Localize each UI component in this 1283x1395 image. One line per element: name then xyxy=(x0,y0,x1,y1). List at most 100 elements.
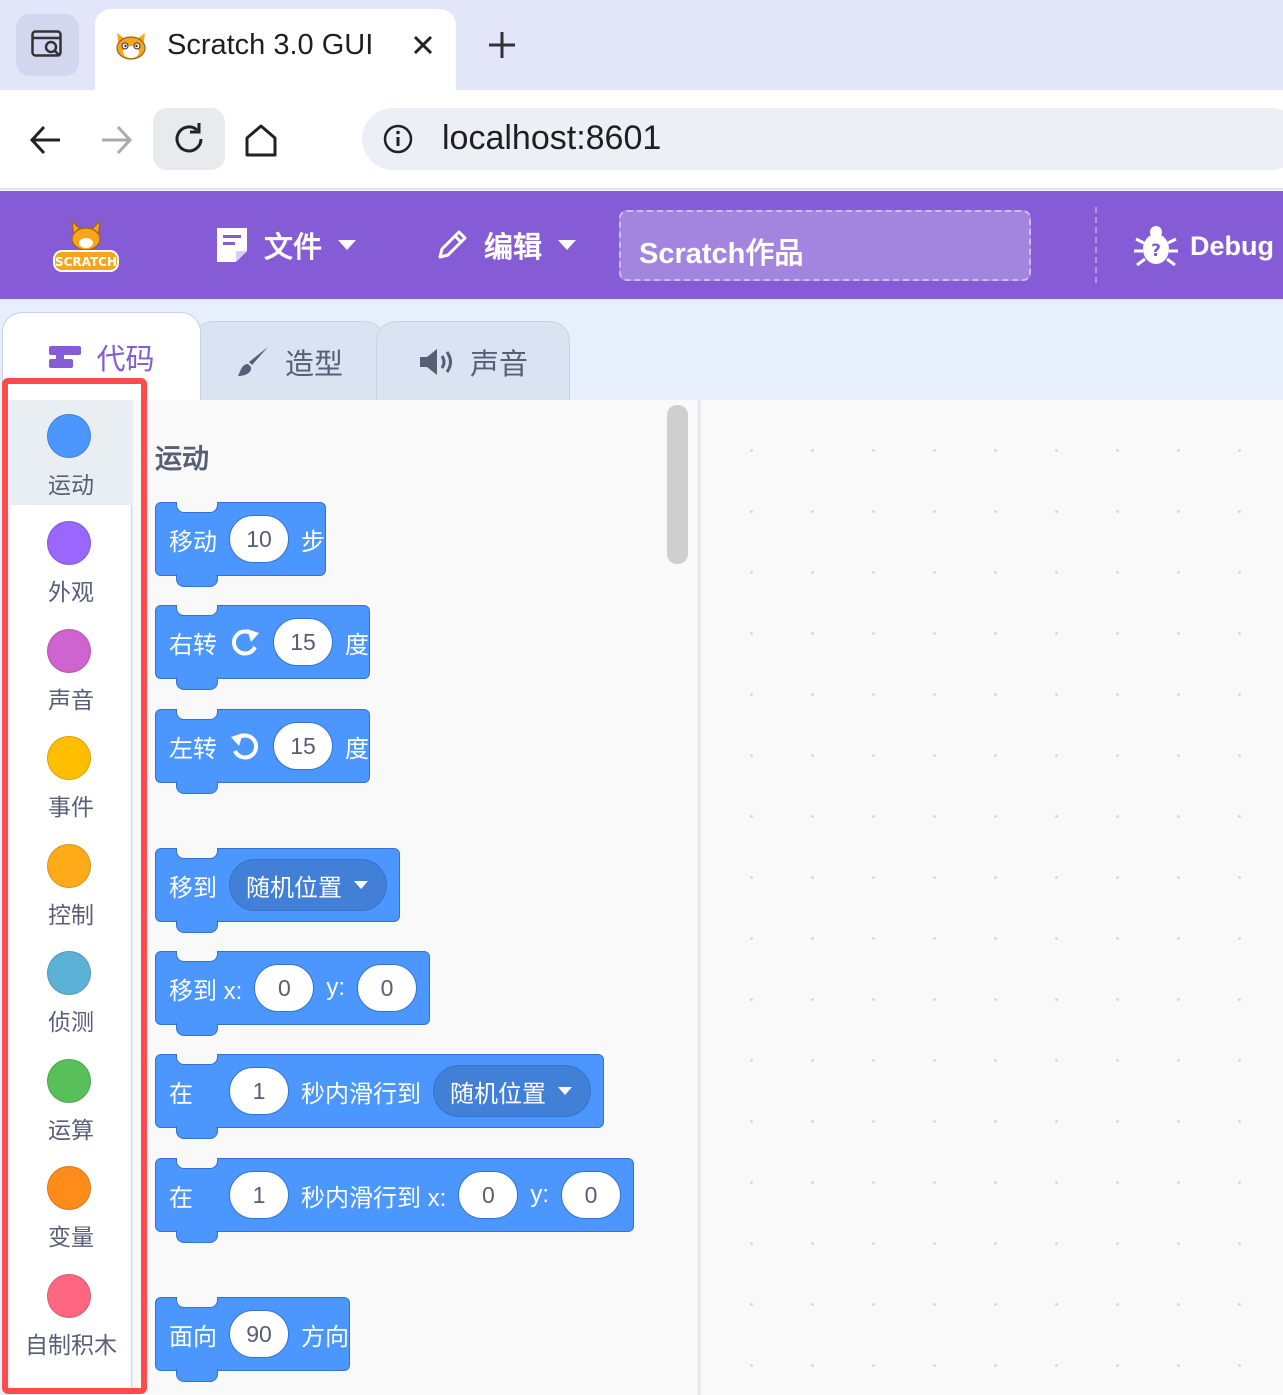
block-goto-label: 移到 xyxy=(169,874,217,902)
reload-button[interactable] xyxy=(153,108,225,170)
code-workspace[interactable] xyxy=(701,400,1283,1395)
block-goto-xy[interactable]: 移到 x: 0 y: 0 xyxy=(155,950,431,1036)
file-icon xyxy=(217,228,247,262)
block-point-suffix: 方向 xyxy=(301,1323,349,1351)
block-glide-y-label: y: xyxy=(530,1181,550,1208)
goto-target-value: 随机位置 xyxy=(246,874,342,902)
edit-caret-icon xyxy=(558,240,577,250)
forward-arrow-icon xyxy=(102,125,133,155)
home-icon xyxy=(245,124,277,157)
category-operators-dot xyxy=(47,1059,91,1103)
block-glide-xy[interactable]: 在 1 秒内滑行到 x: 0 y: 0 xyxy=(155,1157,635,1243)
home-button[interactable] xyxy=(233,112,289,168)
file-menu-label: 文件 xyxy=(264,232,323,264)
block-glide-target[interactable]: 在 1 秒内滑行到 随机位置 xyxy=(155,1053,604,1139)
debug-button[interactable]: ? Debug xyxy=(1132,223,1274,269)
block-goto-y-label: y: xyxy=(326,974,346,1001)
address-url: localhost:8601 xyxy=(442,119,662,157)
speaker-icon xyxy=(419,348,452,375)
category-my-blocks[interactable]: 自制积木 xyxy=(10,1258,132,1365)
block-move-steps[interactable]: 移动 10 步 xyxy=(155,501,326,587)
glide-target-value: 随机位置 xyxy=(450,1080,546,1108)
block-glide-xy-label: 在 xyxy=(169,1184,193,1212)
category-variables[interactable]: 变量 xyxy=(10,1150,132,1257)
category-motion-dot xyxy=(47,414,91,458)
block-turn-left[interactable]: 左转 15 度 xyxy=(155,708,370,794)
turn-right-degrees-input[interactable]: 15 xyxy=(273,618,333,666)
address-bar[interactable]: localhost:8601 xyxy=(362,108,1283,170)
browser-toolbar: localhost:8601 xyxy=(0,90,1283,190)
category-events-label: 事件 xyxy=(48,794,94,820)
svg-text:?: ? xyxy=(1151,241,1161,261)
category-motion[interactable]: 运动 xyxy=(10,398,132,505)
category-control[interactable]: 控制 xyxy=(10,828,132,935)
project-title-input[interactable]: Scratch作品 xyxy=(619,210,1031,281)
block-turn-left-suffix: 度 xyxy=(345,735,369,763)
tab-costumes-label: 造型 xyxy=(284,348,343,381)
turn-left-degrees-input[interactable]: 15 xyxy=(273,722,333,770)
back-button[interactable] xyxy=(18,112,74,168)
category-looks-dot xyxy=(47,521,91,565)
glide-xy-secs-input[interactable]: 1 xyxy=(229,1171,289,1219)
glide-x-input[interactable]: 0 xyxy=(458,1171,519,1219)
block-move-label: 移动 xyxy=(169,528,217,556)
goto-y-input[interactable]: 0 xyxy=(357,964,418,1012)
forward-button[interactable] xyxy=(88,112,144,168)
tab-search-button[interactable] xyxy=(16,14,79,76)
category-looks[interactable]: 外观 xyxy=(10,505,132,612)
tab-sounds-label: 声音 xyxy=(469,348,528,381)
flyout-scrollbar[interactable] xyxy=(667,405,688,564)
flyout-section-title: 运动 xyxy=(155,444,209,474)
category-operators-label: 运算 xyxy=(48,1117,94,1143)
block-point-direction[interactable]: 面向 90 方向 xyxy=(155,1296,350,1382)
category-events[interactable]: 事件 xyxy=(10,720,132,827)
glide-y-input[interactable]: 0 xyxy=(561,1171,622,1219)
category-operators[interactable]: 运算 xyxy=(10,1043,132,1150)
debug-bug-icon: ? xyxy=(1134,226,1178,267)
browser-tab-strip: Scratch 3.0 GUI xyxy=(0,0,1283,90)
scratch-menu-bar: SCRATCH 文件 编辑 Scratch作品 ? Debug xyxy=(0,191,1283,299)
category-variables-dot xyxy=(47,1166,91,1210)
block-move-suffix: 步 xyxy=(301,528,325,556)
block-goto-target[interactable]: 移到 随机位置 xyxy=(155,847,400,933)
category-my-blocks-dot xyxy=(47,1274,91,1318)
browser-tab-title: Scratch 3.0 GUI xyxy=(167,29,374,61)
glide-secs-input[interactable]: 1 xyxy=(229,1067,289,1115)
category-my-blocks-label: 自制积木 xyxy=(25,1332,117,1358)
edit-menu[interactable]: 编辑 xyxy=(434,221,577,269)
browser-tab-active[interactable]: Scratch 3.0 GUI xyxy=(95,9,456,90)
glide-target-dropdown[interactable]: 随机位置 xyxy=(433,1065,591,1117)
site-info-icon[interactable] xyxy=(382,123,414,155)
scratch-cat-favicon-icon xyxy=(116,33,146,60)
block-glide-xy-mid: 秒内滑行到 x: xyxy=(301,1184,447,1212)
paintbrush-icon xyxy=(237,346,268,376)
dropdown-caret-icon xyxy=(558,1087,572,1095)
category-control-dot xyxy=(47,844,91,888)
goto-target-dropdown[interactable]: 随机位置 xyxy=(229,859,387,911)
block-point-label: 面向 xyxy=(169,1323,217,1351)
rotate-left-icon xyxy=(229,731,261,761)
file-caret-icon xyxy=(338,240,357,250)
new-tab-icon[interactable] xyxy=(484,27,520,63)
goto-x-input[interactable]: 0 xyxy=(254,964,315,1012)
tab-sounds[interactable]: 声音 xyxy=(376,321,570,401)
tab-costumes[interactable]: 造型 xyxy=(193,321,385,401)
category-sensing-label: 侦测 xyxy=(48,1009,94,1035)
block-turn-right-suffix: 度 xyxy=(345,631,369,659)
category-sensing[interactable]: 侦测 xyxy=(10,935,132,1042)
scratch-logo[interactable]: SCRATCH xyxy=(50,215,122,275)
menu-divider xyxy=(1095,207,1097,283)
category-sound[interactable]: 声音 xyxy=(10,613,132,720)
tab-code[interactable]: 代码 xyxy=(2,312,201,400)
pencil-icon xyxy=(438,230,467,259)
dropdown-caret-icon xyxy=(354,881,368,889)
point-direction-input[interactable]: 90 xyxy=(229,1310,289,1358)
close-tab-icon[interactable] xyxy=(407,29,439,61)
category-sound-dot xyxy=(47,629,91,673)
block-glide-mid: 秒内滑行到 xyxy=(301,1080,421,1108)
move-steps-input[interactable]: 10 xyxy=(229,515,289,563)
scratch-logo-icon: SCRATCH xyxy=(53,219,119,272)
scratch-logo-wordmark: SCRATCH xyxy=(55,255,117,269)
file-menu[interactable]: 文件 xyxy=(214,221,357,269)
block-turn-right[interactable]: 右转 15 度 xyxy=(155,604,370,690)
